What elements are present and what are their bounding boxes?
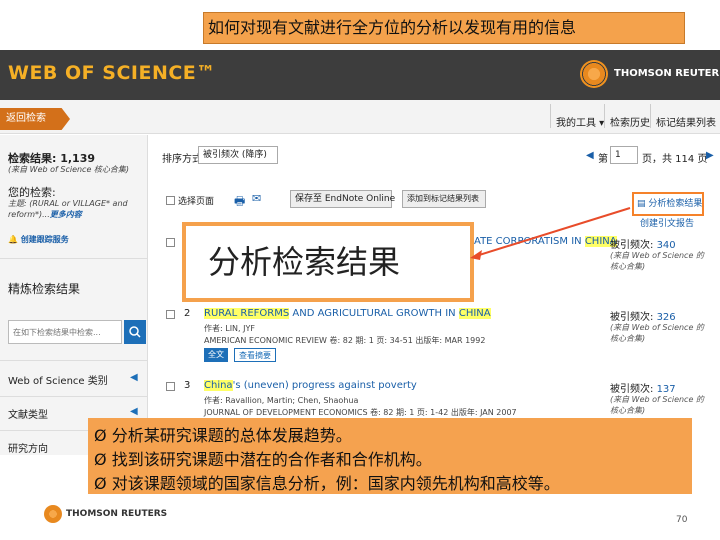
bullet-item: Ø 找到该研究课题中潜在的合作者和合作机构。	[94, 450, 432, 469]
times-cited: 被引频次: 137	[610, 384, 676, 395]
print-icon[interactable]: 🖶	[234, 192, 245, 213]
callout-arrow	[470, 207, 631, 260]
facet-doc-type[interactable]: 文献类型	[8, 406, 48, 421]
result-checkbox[interactable]	[166, 382, 175, 391]
collapse-arrow-icon[interactable]: ◀	[130, 372, 138, 383]
result-checkbox[interactable]	[166, 238, 175, 247]
refine-search-button[interactable]	[124, 320, 146, 344]
result-number: 2	[184, 308, 191, 319]
email-icon[interactable]: ✉	[252, 192, 261, 205]
bell-icon: 🔔	[8, 235, 18, 244]
query-text: 主题: (RURAL or VILLAGE* and reform*)...更多…	[8, 199, 128, 219]
page-number: 70	[676, 515, 688, 525]
slide-title: 如何对现有文献进行全方位的分析以发现有用的信息	[203, 12, 685, 44]
select-page-label: 选择页面	[178, 197, 215, 207]
result-journal: JOURNAL OF DEVELOPMENT ECONOMICS 卷: 82 期…	[204, 408, 517, 417]
result-title[interactable]: China's (uneven) progress against povert…	[204, 380, 417, 391]
bullet-item: Ø 分析某研究课题的总体发展趋势。	[94, 426, 352, 445]
back-to-search-button[interactable]: 返回检索	[0, 108, 70, 130]
prev-page-icon[interactable]: ◀	[586, 150, 594, 161]
save-to-endnote-select[interactable]: 保存至 EndNote Online	[290, 190, 395, 208]
thomson-reuters-brand: THOMSON REUTERS	[614, 68, 720, 79]
view-abstract-button[interactable]: 查看摘要	[234, 348, 276, 362]
collapse-arrow-icon[interactable]: ◀	[130, 406, 138, 417]
marked-list-link[interactable]: 标记结果列表	[656, 114, 716, 129]
cited-source: (来自 Web of Science 的核心合集)	[610, 395, 704, 415]
nav-separator	[604, 104, 605, 128]
page-label: 第	[598, 154, 608, 165]
sort-label: 排序方式	[162, 154, 202, 165]
result-number: 3	[184, 380, 191, 391]
page-input[interactable]: 1	[610, 146, 638, 164]
result-checkbox[interactable]	[166, 310, 175, 319]
my-tools-menu[interactable]: 我的工具 ▾	[556, 114, 604, 129]
page-total: 页，共 114 页	[642, 154, 708, 165]
select-page-checkbox[interactable]	[166, 196, 175, 205]
sidebar-divider	[0, 396, 148, 397]
sidebar-divider	[0, 258, 148, 259]
result-authors: 作者: LIN, JYF	[204, 324, 255, 333]
create-alert-link[interactable]: 🔔 创建跟踪服务	[8, 234, 69, 245]
results-source: (来自 Web of Science 核心合集)	[8, 165, 130, 174]
analyze-results-link[interactable]: ▤ 分析检索结果	[632, 192, 704, 216]
sidebar-divider	[0, 360, 148, 361]
more-link[interactable]: 更多内容	[50, 210, 82, 219]
facet-research-area[interactable]: 研究方向	[8, 440, 48, 455]
result-title[interactable]: RURAL REFORMS AND AGRICULTURAL GROWTH IN…	[204, 308, 491, 319]
footer-brand: THOMSON REUTERS	[66, 509, 168, 519]
thomson-reuters-logo-icon	[580, 60, 608, 88]
cited-source: (来自 Web of Science 的核心合集)	[610, 323, 704, 343]
footer-logo-icon	[44, 505, 62, 523]
citation-report-link[interactable]: 创建引文报告	[640, 216, 694, 229]
wos-logo[interactable]: WEB OF SCIENCE™	[8, 62, 216, 84]
full-text-button[interactable]: 全文	[204, 348, 228, 362]
nav-separator	[650, 104, 651, 128]
result-authors: 作者: Ravallion, Martin; Chen, Shaohua	[204, 396, 359, 405]
times-cited: 被引频次: 326	[610, 312, 676, 323]
next-page-icon[interactable]: ▶	[706, 150, 714, 161]
nav-separator	[550, 104, 551, 128]
facet-wos-category[interactable]: Web of Science 类别	[8, 372, 108, 387]
bullet-item: Ø 对该课题领域的国家信息分析，例：国家内领先机构和高校等。	[94, 474, 560, 493]
sort-select[interactable]: 被引频次 (降序)	[198, 146, 278, 164]
callout-analyze-results: 分析检索结果	[182, 222, 474, 302]
result-journal: AMERICAN ECONOMIC REVIEW 卷: 82 期: 1 页: 3…	[204, 336, 486, 345]
search-icon	[129, 326, 141, 338]
search-history-link[interactable]: 检索历史	[610, 114, 650, 129]
refine-title: 精炼检索结果	[8, 282, 81, 296]
refine-search-input[interactable]	[8, 320, 122, 344]
